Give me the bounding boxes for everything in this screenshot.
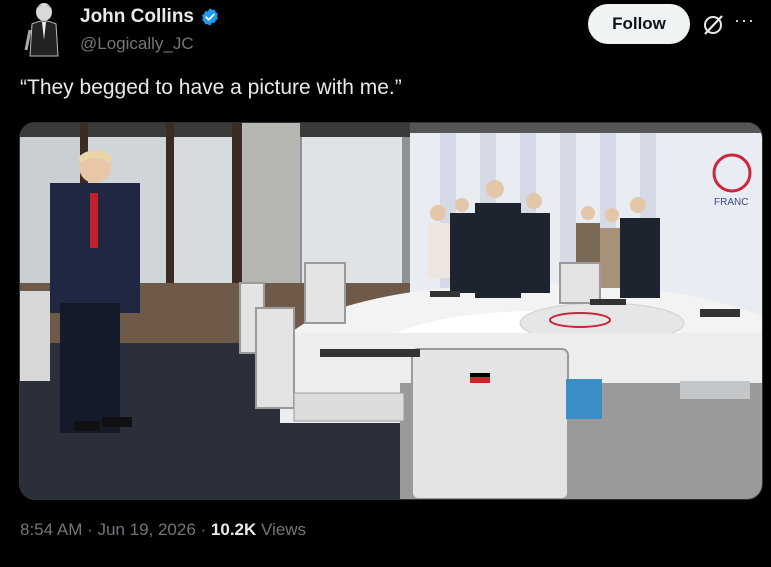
tweet-media[interactable]: FRANC (19, 122, 763, 500)
tweet-text: “They begged to have a picture with me.” (20, 76, 402, 99)
meta-separator: · (195, 520, 211, 539)
tweet-meta: 8:54 AM · Jun 19, 2026 · 10.2K Views (20, 520, 306, 540)
author-name-row[interactable]: John Collins (80, 6, 220, 28)
meta-separator: · (82, 520, 98, 539)
media-photo: FRANC (20, 123, 762, 499)
author-name[interactable]: John Collins (80, 6, 194, 28)
verified-badge-icon (202, 8, 218, 26)
more-icon[interactable]: ··· (734, 10, 764, 30)
tweet-time[interactable]: 8:54 AM (20, 520, 82, 539)
author-handle[interactable]: @Logically_JC (80, 34, 194, 54)
tweet-date[interactable]: Jun 19, 2026 (97, 520, 195, 539)
avatar[interactable] (20, 0, 66, 58)
views-label: Views (256, 520, 307, 539)
grok-icon[interactable] (700, 12, 726, 38)
avatar-image (20, 0, 66, 58)
views-count: 10.2K (210, 520, 257, 539)
follow-button[interactable]: Follow (588, 4, 690, 44)
banner-text: FRANC (714, 197, 748, 208)
